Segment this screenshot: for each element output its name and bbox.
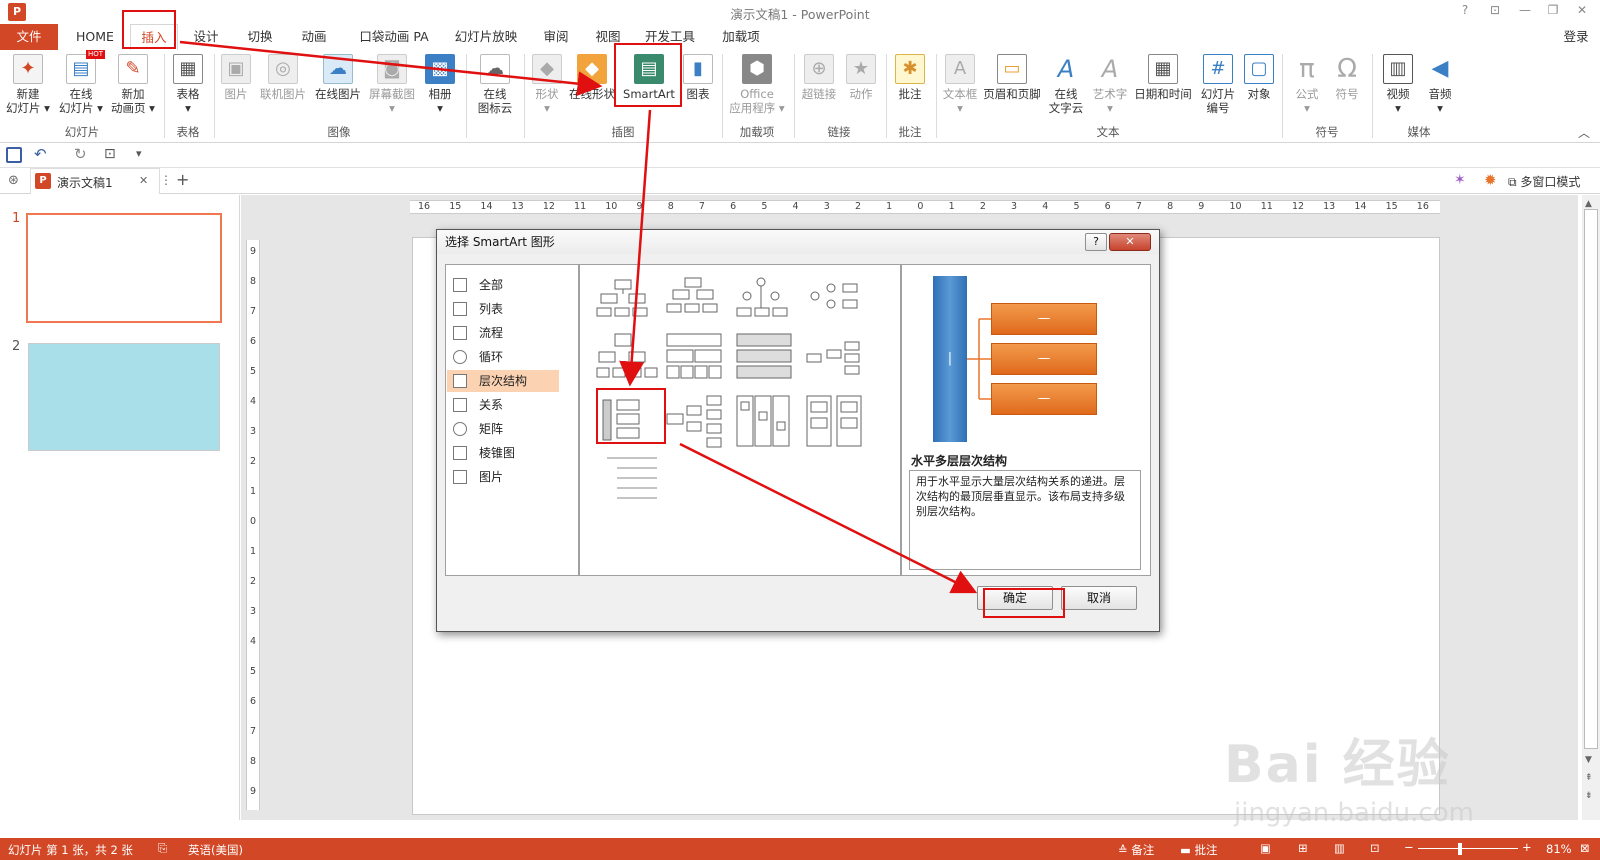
notes-button[interactable]: ≙ 备注 <box>1118 842 1154 858</box>
zoom-slider-handle[interactable] <box>1458 843 1462 855</box>
comments-button[interactable]: ▬ 批注 <box>1180 842 1218 858</box>
language[interactable]: 英语(美国) <box>188 842 243 858</box>
normal-view-icon[interactable]: ▣ <box>1260 841 1271 855</box>
arrow-to-ok <box>679 442 978 594</box>
notes-icon: ≙ <box>1118 843 1132 857</box>
slide-count: 幻灯片 第 1 张，共 2 张 <box>8 843 133 857</box>
zoom-level[interactable]: 81% <box>1546 842 1572 856</box>
reading-view-icon[interactable]: ▥ <box>1334 841 1345 855</box>
powerpoint-window: P 演示文稿1 - PowerPoint ? ⊡ — ❐ ✕ 文件 HOME 插… <box>0 0 1600 860</box>
watermark-logo: Bai 经验 <box>1224 735 1451 795</box>
comments-icon: ▬ <box>1180 843 1195 857</box>
baidu-watermark: Bai 经验 jingyan.baidu.com <box>1220 690 1600 840</box>
slide-sorter-icon[interactable]: ⊞ <box>1298 841 1308 855</box>
zoom-in-icon[interactable]: + <box>1522 840 1532 854</box>
slideshow-view-icon[interactable]: ⊡ <box>1370 841 1380 855</box>
spelling-icon[interactable]: ⎘ <box>158 841 167 856</box>
watermark-url: jingyan.baidu.com <box>1234 798 1474 828</box>
arrow-to-layout <box>619 109 652 387</box>
fit-slide-icon[interactable]: ⊠ <box>1580 841 1590 855</box>
zoom-out-icon[interactable]: − <box>1404 840 1414 854</box>
status-bar: 幻灯片 第 1 张，共 2 张 ⎘ 英语(美国) ≙ 备注 ▬ 批注 ▣ ⊞ ▥… <box>0 838 1600 860</box>
zoom-slider[interactable] <box>1418 848 1518 849</box>
arrow-to-smartart <box>179 40 603 97</box>
